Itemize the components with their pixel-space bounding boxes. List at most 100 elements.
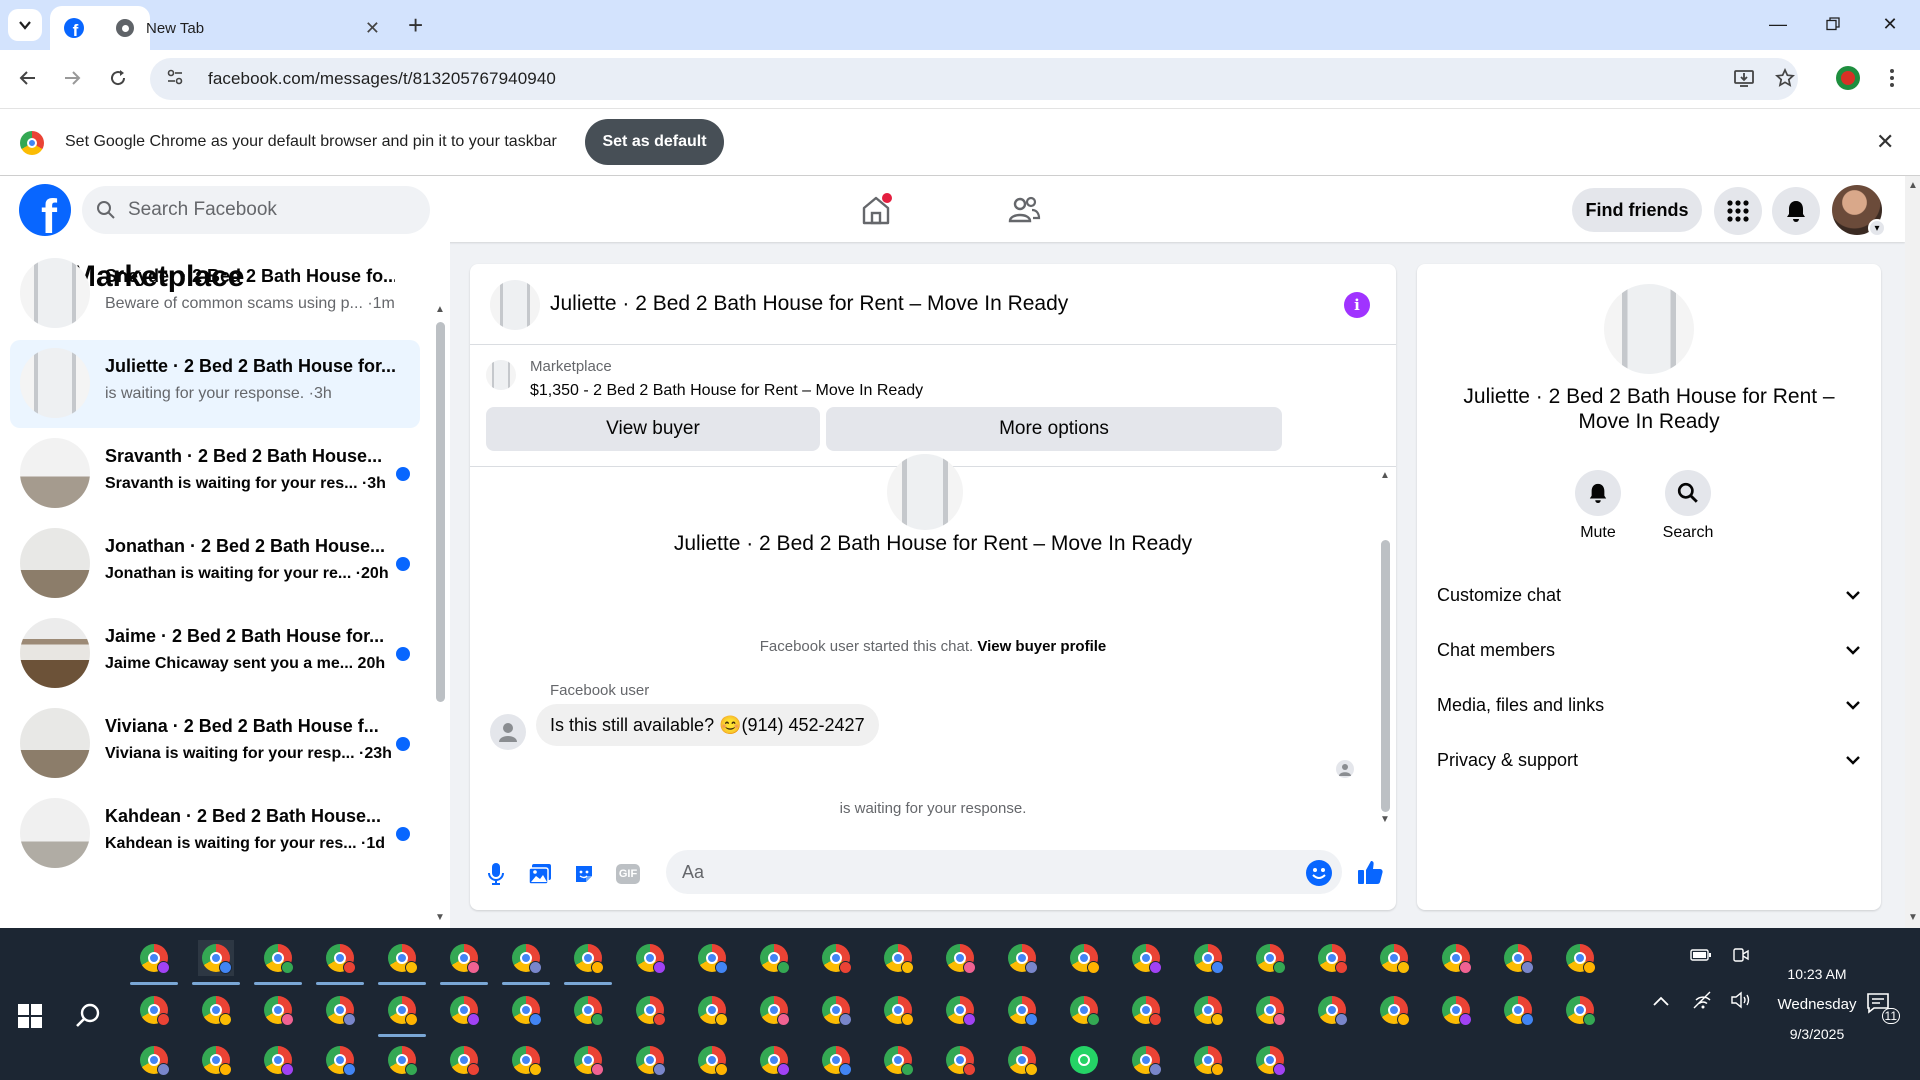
- view-buyer-button[interactable]: View buyer: [486, 407, 820, 451]
- chrome-taskbar-icon[interactable]: [694, 992, 730, 1028]
- chrome-taskbar-icon[interactable]: [880, 992, 916, 1028]
- scroll-down-icon[interactable]: ▼: [1380, 814, 1390, 825]
- install-app-button[interactable]: [1728, 62, 1760, 94]
- scroll-down-icon[interactable]: ▼: [1908, 912, 1918, 923]
- chrome-taskbar-icon[interactable]: [880, 940, 916, 976]
- chrome-taskbar-icon[interactable]: [1562, 940, 1598, 976]
- chrome-taskbar-icon[interactable]: [1004, 1042, 1040, 1078]
- chrome-taskbar-icon[interactable]: [818, 1042, 854, 1078]
- chrome-taskbar-icon[interactable]: [1190, 1042, 1226, 1078]
- conversation-item[interactable]: Juliette · 2 Bed 2 Bath House for... is w…: [10, 340, 420, 428]
- details-section-row[interactable]: Chat members: [1437, 635, 1861, 665]
- chrome-taskbar-icon[interactable]: [942, 992, 978, 1028]
- search-icon[interactable]: [1665, 470, 1711, 516]
- chrome-taskbar-icon[interactable]: [254, 940, 302, 985]
- chrome-taskbar-icon[interactable]: [446, 992, 482, 1028]
- account-avatar[interactable]: ▾: [1832, 185, 1886, 237]
- chrome-taskbar-icon[interactable]: [1066, 992, 1102, 1028]
- scroll-up-icon[interactable]: ▲: [1380, 470, 1390, 481]
- chrome-taskbar-icon[interactable]: [316, 940, 364, 985]
- chrome-taskbar-icon[interactable]: [192, 940, 240, 985]
- message-input[interactable]: Aa: [666, 850, 1342, 894]
- chrome-taskbar-icon[interactable]: [632, 992, 668, 1028]
- chrome-taskbar-icon[interactable]: [1128, 940, 1164, 976]
- nav-home[interactable]: [852, 186, 900, 234]
- mute-action[interactable]: Mute: [1553, 470, 1643, 542]
- chat-header-title[interactable]: Juliette · 2 Bed 2 Bath House for Rent –…: [550, 292, 1068, 316]
- start-button[interactable]: [18, 1004, 42, 1028]
- tab-new-tab[interactable]: New Tab ✕: [102, 6, 394, 50]
- attach-photo-button[interactable]: [524, 858, 556, 890]
- chrome-taskbar-icon[interactable]: [136, 1042, 172, 1078]
- chrome-taskbar-icon[interactable]: [322, 992, 358, 1028]
- find-friends-button[interactable]: Find friends: [1572, 188, 1702, 232]
- chrome-taskbar-icon[interactable]: [1252, 1042, 1288, 1078]
- chrome-taskbar-icon[interactable]: [942, 1042, 978, 1078]
- chrome-taskbar-icon[interactable]: [322, 1042, 358, 1078]
- chrome-taskbar-icon[interactable]: [632, 940, 668, 976]
- chrome-taskbar-icon[interactable]: [1004, 940, 1040, 976]
- chrome-taskbar-icon[interactable]: [1438, 992, 1474, 1028]
- bookmark-button[interactable]: [1769, 62, 1801, 94]
- menu-button[interactable]: [1876, 62, 1908, 94]
- chrome-taskbar-icon[interactable]: [756, 1042, 792, 1078]
- chrome-taskbar-icon[interactable]: [1252, 992, 1288, 1028]
- conversation-item[interactable]: Viviana · 2 Bed 2 Bath House f... Viviana…: [10, 700, 420, 788]
- chrome-taskbar-icon[interactable]: [260, 992, 296, 1028]
- scroll-thumb[interactable]: [1381, 540, 1390, 812]
- meet-now-icon[interactable]: [1732, 946, 1750, 969]
- restore-button[interactable]: [1813, 8, 1853, 40]
- chrome-taskbar-icon[interactable]: [818, 940, 854, 976]
- scroll-up-icon[interactable]: ▲: [1908, 180, 1918, 191]
- chat-scrollbar[interactable]: ▲ ▼: [1378, 470, 1392, 826]
- details-section-row[interactable]: Media, files and links: [1437, 690, 1861, 720]
- clock-date[interactable]: 9/3/2025: [1762, 1026, 1872, 1042]
- chrome-taskbar-icon[interactable]: [1376, 992, 1412, 1028]
- chrome-taskbar-icon[interactable]: [378, 940, 426, 985]
- chrome-taskbar-icon[interactable]: [694, 1042, 730, 1078]
- chrome-taskbar-icon[interactable]: [818, 992, 854, 1028]
- view-buyer-profile-link[interactable]: View buyer profile: [977, 638, 1106, 655]
- gif-button[interactable]: GIF: [612, 858, 644, 890]
- chrome-taskbar-icon[interactable]: [198, 1042, 234, 1078]
- search-facebook-input[interactable]: Search Facebook: [82, 186, 430, 234]
- chrome-taskbar-icon[interactable]: [1314, 992, 1350, 1028]
- close-tab-icon[interactable]: ✕: [365, 18, 380, 39]
- wifi-icon[interactable]: [1692, 990, 1714, 1015]
- minimize-button[interactable]: —: [1758, 8, 1798, 40]
- chrome-taskbar-icon[interactable]: [880, 1042, 916, 1078]
- chrome-taskbar-icon[interactable]: [384, 1042, 420, 1078]
- chrome-taskbar-icon[interactable]: [564, 940, 612, 985]
- chrome-taskbar-icon[interactable]: [1438, 940, 1474, 976]
- address-bar[interactable]: facebook.com/messages/t/813205767940940: [150, 58, 1798, 100]
- reload-button[interactable]: [102, 62, 134, 94]
- chrome-taskbar-icon[interactable]: [440, 940, 488, 985]
- chrome-taskbar-icon[interactable]: [378, 992, 426, 1037]
- search-action[interactable]: Search: [1643, 470, 1733, 542]
- chrome-taskbar-icon[interactable]: [136, 992, 172, 1028]
- chrome-taskbar-icon[interactable]: [508, 992, 544, 1028]
- sticker-button[interactable]: [568, 858, 600, 890]
- listing-thumbnail[interactable]: [486, 360, 516, 390]
- clock-day[interactable]: Wednesday: [1762, 996, 1872, 1013]
- back-button[interactable]: [12, 62, 44, 94]
- chrome-taskbar-icon[interactable]: [260, 1042, 296, 1078]
- battery-icon[interactable]: [1690, 948, 1712, 967]
- voice-clip-button[interactable]: [480, 858, 512, 890]
- chrome-taskbar-icon[interactable]: [570, 1042, 606, 1078]
- chrome-taskbar-icon[interactable]: [1562, 992, 1598, 1028]
- conversation-item[interactable]: Sravanth · 2 Bed 2 Bath House... Sravanth…: [10, 430, 420, 518]
- send-like-button[interactable]: [1354, 856, 1386, 888]
- conversation-info-icon[interactable]: i: [1344, 292, 1370, 318]
- chrome-taskbar-icon[interactable]: [570, 992, 606, 1028]
- scroll-up-icon[interactable]: ▲: [435, 304, 445, 315]
- scroll-thumb[interactable]: [436, 322, 445, 702]
- chat-header-avatar[interactable]: [490, 280, 540, 330]
- chrome-taskbar-icon[interactable]: [1066, 940, 1102, 976]
- chrome-taskbar-icon[interactable]: [756, 940, 792, 976]
- bell-icon[interactable]: [1575, 470, 1621, 516]
- conversation-item[interactable]: Jaime · 2 Bed 2 Bath House for... Jaime C…: [10, 610, 420, 698]
- new-tab-button[interactable]: +: [408, 10, 423, 41]
- page-scrollbar[interactable]: ▲ ▼: [1905, 176, 1920, 928]
- nav-friends[interactable]: [1000, 186, 1048, 234]
